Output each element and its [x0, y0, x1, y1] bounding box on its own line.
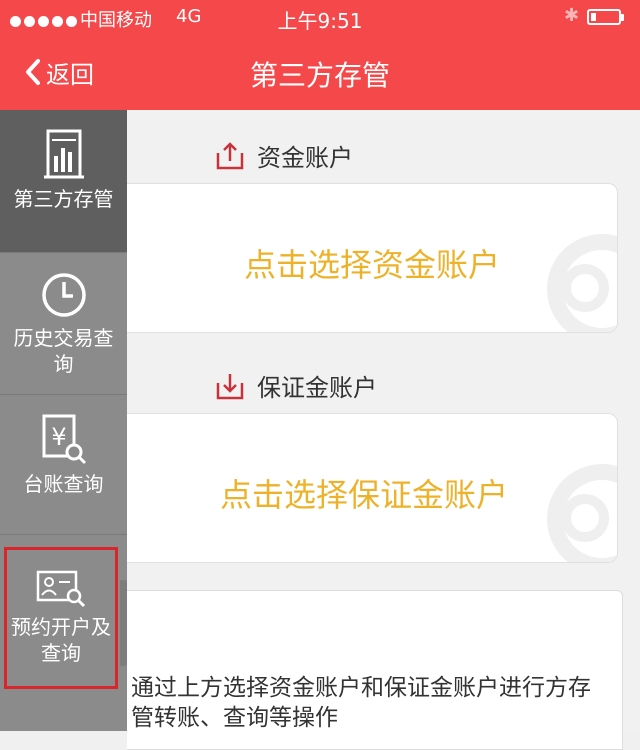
- app-header: 中国移动 4G 上午9:51 ✱ 返回 第三方存管: [0, 0, 640, 110]
- svg-text:¥: ¥: [51, 423, 66, 451]
- status-bar: 中国移动 4G 上午9:51 ✱: [0, 0, 640, 36]
- sidebar-item-label: 预约开户及查询: [11, 615, 111, 665]
- select-margin-account-prompt: 点击选择保证金账户: [219, 476, 508, 514]
- building-chart-icon: [43, 129, 84, 179]
- select-fund-account-prompt: 点击选择资金账户: [243, 246, 500, 284]
- fund-account-heading-label: 资金账户: [257, 144, 353, 172]
- instruction-panel: 通过上方选择资金账户和保证金账户进行方存管转账、查询等操作: [127, 590, 623, 750]
- sidebar-item-label: 历史交易查询: [13, 326, 114, 376]
- instruction-text: 通过上方选择资金账户和保证金账户进行方存管转账、查询等操作: [131, 675, 591, 731]
- main-content: 资金账户 点击选择资金账户 保证金账户 点击选择保证金账户 通过上方选择资金账户…: [127, 110, 640, 750]
- sidebar-item-trade-history[interactable]: 历史交易查询: [0, 253, 127, 395]
- sidebar-item-third-party-depository[interactable]: 第三方存管: [0, 110, 127, 253]
- id-card-search-icon: [36, 570, 86, 608]
- sidebar-item-account-appointment[interactable]: 预约开户及查询: [4, 547, 118, 689]
- sidebar-item-ledger-query[interactable]: ¥ 台账查询: [0, 395, 127, 535]
- upload-icon: [216, 141, 244, 169]
- status-time: 上午9:51: [277, 9, 363, 33]
- fund-account-heading: 资金账户: [215, 138, 353, 173]
- clock-icon: [41, 273, 86, 317]
- bluetooth-icon: ✱: [564, 5, 580, 26]
- sidebar: 第三方存管 历史交易查询 ¥ 台账查询 预约开户及查询: [0, 110, 127, 731]
- battery-icon: [587, 9, 624, 25]
- sidebar-item-label: 第三方存管: [13, 187, 114, 211]
- select-margin-account-card[interactable]: 点击选择保证金账户: [127, 413, 618, 563]
- margin-account-heading: 保证金账户: [215, 368, 377, 403]
- select-fund-account-card[interactable]: 点击选择资金账户: [127, 183, 618, 333]
- yen-search-icon: ¥: [42, 414, 86, 465]
- page-title: 第三方存管: [249, 59, 390, 92]
- margin-account-heading-label: 保证金账户: [257, 374, 377, 402]
- sidebar-item-label: 台账查询: [23, 472, 104, 496]
- download-icon: [216, 373, 244, 399]
